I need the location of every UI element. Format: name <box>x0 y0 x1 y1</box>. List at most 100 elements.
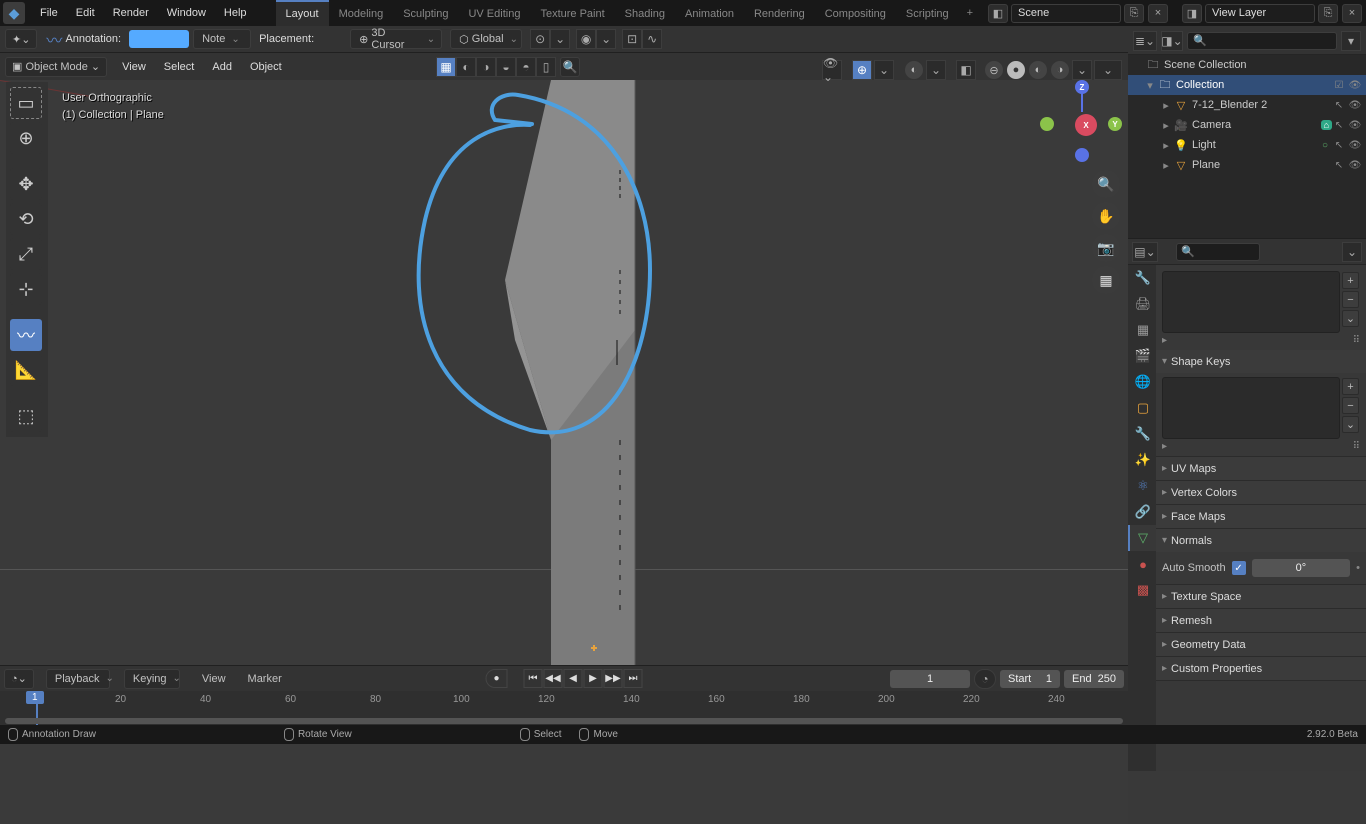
timeline-ruler[interactable]: 1 20 40 60 80 100 120 140 160 180 200 22… <box>0 691 1128 726</box>
panel-remesh[interactable]: Remesh <box>1156 609 1366 632</box>
list-remove-button[interactable]: − <box>1342 291 1359 308</box>
annotation-note-dropdown[interactable]: Note <box>193 29 251 49</box>
list-specials-button[interactable]: ⌄ <box>1342 416 1359 433</box>
navigation-gizmo[interactable]: Z X Y <box>1044 84 1120 160</box>
list-specials-button[interactable]: ⌄ <box>1342 310 1359 327</box>
viewport-menu-select[interactable]: Select <box>155 61 204 73</box>
toggle-xray-icon-c[interactable]: ▯ <box>536 57 556 77</box>
proportional-edit-icon[interactable]: ◉ <box>576 29 596 49</box>
panel-uv-maps[interactable]: UV Maps <box>1156 457 1366 480</box>
axis-z-handle[interactable]: Z <box>1075 80 1089 94</box>
disable-select-icon[interactable]: ↖ <box>1332 120 1346 131</box>
jump-prev-keyframe-icon[interactable]: ◀◀ <box>544 669 563 688</box>
disclosure-icon[interactable]: ▸ <box>1160 139 1172 152</box>
workspace-layout[interactable]: Layout <box>276 0 329 26</box>
collapse-header-icon[interactable]: ⌄ <box>1094 60 1122 80</box>
scene-delete-icon[interactable]: × <box>1148 4 1168 23</box>
gizmo-dropdown[interactable]: ⌄ <box>874 60 894 80</box>
proportional-falloff-icon[interactable]: ∿ <box>642 29 662 49</box>
workspace-compositing[interactable]: Compositing <box>815 0 896 26</box>
ptab-particles-icon[interactable]: ✨ <box>1128 447 1156 473</box>
viewport-menu-object[interactable]: Object <box>241 61 291 73</box>
shading-rendered-icon[interactable]: ◑ <box>1050 60 1070 80</box>
shading-wireframe-icon[interactable]: ⊖ <box>984 60 1004 80</box>
hide-viewport-icon[interactable]: 👁 <box>1348 140 1362 151</box>
ptab-texture-icon[interactable]: ▩ <box>1128 577 1156 603</box>
play-icon[interactable]: ▶ <box>584 669 603 688</box>
use-preview-range-icon[interactable]: ◔ <box>974 669 996 689</box>
hide-viewport-icon[interactable]: 👁 <box>1348 100 1362 111</box>
workspace-rendering[interactable]: Rendering <box>744 0 815 26</box>
ptab-physics-icon[interactable]: ⚛ <box>1128 473 1156 499</box>
hide-viewport-icon[interactable]: 👁 <box>1348 160 1362 171</box>
viewport-search-icon[interactable]: 🔍 <box>560 57 580 77</box>
exclude-checkbox[interactable]: ☑ <box>1332 80 1346 91</box>
outliner-editor-select[interactable]: ≣⌄ <box>1133 31 1157 51</box>
list-add-button[interactable]: + <box>1342 272 1359 289</box>
disclosure-icon[interactable]: ▸ <box>1162 335 1167 346</box>
workspace-sculpting[interactable]: Sculpting <box>393 0 458 26</box>
snap-during-transform-icon[interactable]: ⊡ <box>622 29 642 49</box>
workspace-scripting[interactable]: Scripting <box>896 0 959 26</box>
placement-dropdown[interactable]: ⊕ 3D Cursor <box>350 29 442 49</box>
list-add-button[interactable]: + <box>1342 378 1359 395</box>
disclosure-icon[interactable]: ▾ <box>1144 79 1156 92</box>
grip-icon[interactable]: ⠿ <box>1353 335 1360 346</box>
mode-select[interactable]: ▣ Object Mode ⌄ <box>5 57 107 77</box>
annotation-color-swatch[interactable] <box>129 30 189 48</box>
disclosure-icon[interactable]: ▸ <box>1160 119 1172 132</box>
play-reverse-icon[interactable]: ◀ <box>564 669 583 688</box>
axis-y-handle[interactable]: Y <box>1108 117 1122 131</box>
auto-smooth-angle-field[interactable]: 0° <box>1252 559 1351 577</box>
disable-select-icon[interactable]: ↖ <box>1332 100 1346 111</box>
timeline-menu-view[interactable]: View <box>194 673 234 685</box>
toggle-xray-icon-b[interactable]: ◓ <box>516 57 536 77</box>
camera-view-icon[interactable]: 📷 <box>1092 234 1120 262</box>
snap-magnet-icon[interactable]: ⊙ <box>530 29 550 49</box>
pan-button-icon[interactable]: ✋ <box>1092 202 1120 230</box>
shading-material-icon[interactable]: ◐ <box>1028 60 1048 80</box>
properties-search-field[interactable]: 🔍 <box>1176 243 1260 261</box>
menu-help[interactable]: Help <box>215 0 256 26</box>
outliner-search-field[interactable]: 🔍 <box>1187 32 1337 50</box>
workspace-shading[interactable]: Shading <box>615 0 675 26</box>
show-gizmo-icon[interactable]: ◐ <box>456 57 476 77</box>
start-frame-field[interactable]: Start1 <box>1000 670 1060 688</box>
workspace-animation[interactable]: Animation <box>675 0 744 26</box>
viewport-menu-add[interactable]: Add <box>203 61 241 73</box>
end-frame-field[interactable]: End250 <box>1064 670 1124 688</box>
selectability-toggle-icon[interactable]: ▦ <box>436 57 456 77</box>
panel-face-maps[interactable]: Face Maps <box>1156 505 1366 528</box>
tree-item-light[interactable]: ▸ 💡 Light ○ ↖👁 <box>1128 135 1366 155</box>
animate-property-icon[interactable]: • <box>1356 562 1360 574</box>
blender-logo-icon[interactable]: ◆ <box>3 2 25 24</box>
overlays-dropdown[interactable]: ⌄ <box>926 60 946 80</box>
scene-browse-icon[interactable]: ◧ <box>988 4 1008 23</box>
cursor-tool-icon[interactable]: ⊕ <box>10 122 42 154</box>
disable-select-icon[interactable]: ↖ <box>1332 160 1346 171</box>
ptab-object-icon[interactable]: ▢ <box>1128 395 1156 421</box>
menu-file[interactable]: File <box>31 0 67 26</box>
outliner-filter-icon[interactable]: ▾ <box>1341 31 1361 51</box>
workspace-uvediting[interactable]: UV Editing <box>458 0 530 26</box>
show-gizmo-toggle[interactable]: ⊕ <box>852 60 872 80</box>
ptab-output-icon[interactable]: 🖨 <box>1128 291 1156 317</box>
move-tool-icon[interactable]: ✥ <box>10 168 42 200</box>
timeline-scrollbar[interactable] <box>5 718 1123 724</box>
timeline-menu-marker[interactable]: Marker <box>240 673 290 685</box>
toggle-xray-icon[interactable]: ◧ <box>956 60 976 80</box>
panel-normals[interactable]: Normals <box>1156 529 1366 552</box>
hide-viewport-icon[interactable]: 👁 <box>1348 120 1362 131</box>
proportional-type-dropdown[interactable]: ⌄ <box>596 29 616 49</box>
ptab-modifiers-icon[interactable]: 🔧 <box>1128 421 1156 447</box>
current-frame-field[interactable]: 1 <box>890 670 970 688</box>
zoom-button-icon[interactable]: 🔍 <box>1092 170 1120 198</box>
jump-next-keyframe-icon[interactable]: ▶▶ <box>604 669 623 688</box>
ptab-scene-icon[interactable]: 🎬 <box>1128 343 1156 369</box>
transform-tool-icon[interactable]: ⊹ <box>10 273 42 305</box>
axis-neg-z-handle[interactable] <box>1075 148 1089 162</box>
auto-smooth-checkbox[interactable]: ✓ <box>1232 561 1246 575</box>
toggle-xray-icon-a[interactable]: ◒ <box>496 57 516 77</box>
timeline-editor-select[interactable]: ◔⌄ <box>4 669 34 689</box>
scene-new-icon[interactable]: ⎘ <box>1124 4 1144 23</box>
